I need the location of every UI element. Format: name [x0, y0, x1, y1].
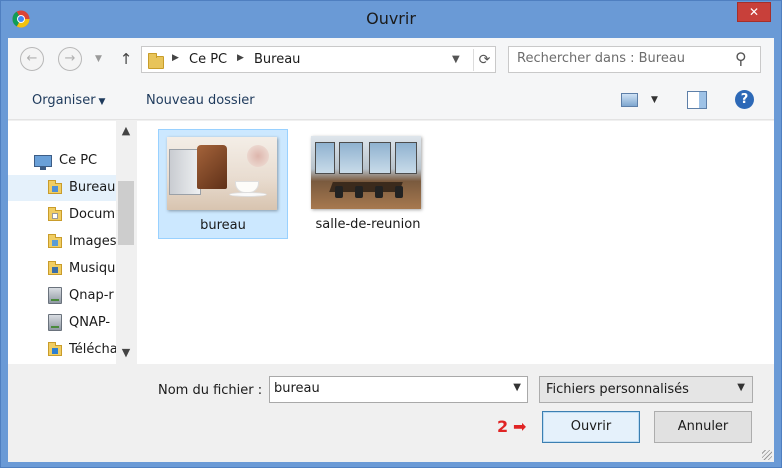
pictures-folder-icon	[48, 234, 62, 248]
address-bar[interactable]: ▶ Ce PC ▶ Bureau ▼ ⟳	[141, 46, 496, 73]
desktop-folder-icon	[148, 53, 164, 69]
step-number-annotation: 2	[497, 417, 509, 436]
help-icon[interactable]: ?	[735, 90, 754, 109]
breadcrumb-bureau[interactable]: Bureau	[254, 52, 300, 67]
nav-item-label: Qnap-r	[69, 288, 114, 303]
nav-item-label: Images	[69, 234, 116, 249]
nav-item-telechargements[interactable]: Télécha	[8, 337, 116, 363]
computer-icon	[34, 155, 52, 170]
pointer-arrow-icon: ➡	[513, 417, 527, 436]
nav-scrollbar[interactable]: ▲ ▼	[116, 121, 136, 364]
command-bar: Organiser ▼ Nouveau dossier ▼ ?	[8, 82, 774, 120]
chevron-down-icon: ▼	[98, 97, 106, 107]
file-name: bureau	[200, 218, 246, 233]
nav-item-label: Télécha	[69, 342, 116, 357]
up-arrow-icon[interactable]: ↑	[116, 48, 136, 70]
new-folder-button[interactable]: Nouveau dossier	[146, 93, 255, 108]
filename-label: Nom du fichier :	[158, 383, 263, 398]
nav-item-musique[interactable]: Musiqu	[8, 256, 116, 282]
nav-item-bureau[interactable]: Bureau	[8, 175, 116, 201]
nav-item-ce-pc[interactable]: Ce PC	[8, 148, 116, 174]
address-row: ← → ▼ ↑ ▶ Ce PC ▶ Bureau ▼ ⟳ ⚲	[8, 38, 774, 82]
documents-folder-icon	[48, 207, 62, 221]
dialog-body: ← → ▼ ↑ ▶ Ce PC ▶ Bureau ▼ ⟳ ⚲ Organiser…	[8, 38, 774, 462]
dialog-title: Ouvrir	[366, 9, 416, 28]
image-thumbnail	[167, 137, 277, 210]
cancel-button[interactable]: Annuler	[654, 411, 752, 443]
scroll-down-icon[interactable]: ▼	[116, 343, 136, 363]
file-item-bureau[interactable]: bureau	[158, 129, 288, 239]
nav-item-label: Docum	[69, 207, 116, 222]
recent-locations-chevron-icon[interactable]: ▼	[95, 54, 102, 64]
organize-label: Organiser	[32, 93, 96, 108]
chevron-down-icon: ▼	[737, 382, 745, 393]
filename-field[interactable]	[274, 381, 494, 396]
nav-item-images[interactable]: Images	[8, 229, 116, 255]
close-button[interactable]: ✕	[737, 2, 771, 22]
scroll-thumb[interactable]	[118, 181, 134, 245]
nav-item-qnap-2[interactable]: QNAP-	[8, 310, 116, 336]
desktop-folder-icon	[48, 180, 62, 194]
refresh-icon[interactable]: ⟳	[473, 49, 495, 71]
filetype-value: Fichiers personnalisés	[546, 382, 689, 397]
search-icon[interactable]: ⚲	[735, 49, 747, 68]
music-folder-icon	[48, 261, 62, 275]
breadcrumb-ce-pc[interactable]: Ce PC	[189, 52, 227, 67]
search-input[interactable]	[517, 51, 727, 66]
downloads-folder-icon	[48, 342, 62, 356]
change-view-icon[interactable]	[621, 93, 638, 107]
file-name: salle-de-reunion	[315, 217, 421, 232]
nav-item-label: Musiqu	[69, 261, 116, 276]
title-bar[interactable]: Ouvrir ✕	[1, 1, 781, 38]
view-options-chevron-icon[interactable]: ▼	[651, 95, 658, 105]
scroll-up-icon[interactable]: ▲	[116, 121, 136, 141]
forward-arrow-icon[interactable]: →	[58, 47, 82, 71]
network-drive-icon	[48, 314, 62, 331]
nav-item-qnap-1[interactable]: Qnap-r	[8, 283, 116, 309]
preview-pane-icon[interactable]	[687, 91, 707, 109]
resize-grip[interactable]	[762, 450, 772, 460]
chevron-down-icon[interactable]: ▼	[513, 382, 521, 393]
dialog-footer: Nom du fichier : ▼ Fichiers personnalisé…	[8, 365, 774, 462]
image-thumbnail	[311, 136, 421, 209]
breadcrumb-chevron-icon[interactable]: ▶	[172, 53, 179, 63]
search-box[interactable]: ⚲	[508, 46, 761, 73]
network-drive-icon	[48, 287, 62, 304]
nav-item-label: QNAP-	[69, 315, 111, 330]
filetype-select[interactable]: Fichiers personnalisés ▼	[539, 376, 753, 403]
breadcrumb-chevron-icon[interactable]: ▶	[237, 53, 244, 63]
open-button[interactable]: Ouvrir	[542, 411, 640, 443]
file-list: bureau salle-de-reunion	[137, 121, 774, 364]
organize-button[interactable]: Organiser ▼	[32, 93, 105, 108]
file-item-salle-de-reunion[interactable]: salle-de-reunion	[303, 129, 433, 239]
filename-combobox[interactable]: ▼	[269, 376, 528, 403]
nav-item-label: Ce PC	[59, 153, 98, 168]
navigation-pane: Ce PC Bureau Docum Images Musiqu Qnap-r	[8, 121, 136, 364]
back-arrow-icon[interactable]: ←	[20, 47, 44, 71]
nav-item-documents[interactable]: Docum	[8, 202, 116, 228]
address-dropdown-icon[interactable]: ▼	[452, 54, 460, 65]
open-file-dialog: Ouvrir ✕ ← → ▼ ↑ ▶ Ce PC ▶ Bureau ▼ ⟳ ⚲	[0, 0, 782, 468]
nav-item-label: Bureau	[69, 180, 116, 195]
